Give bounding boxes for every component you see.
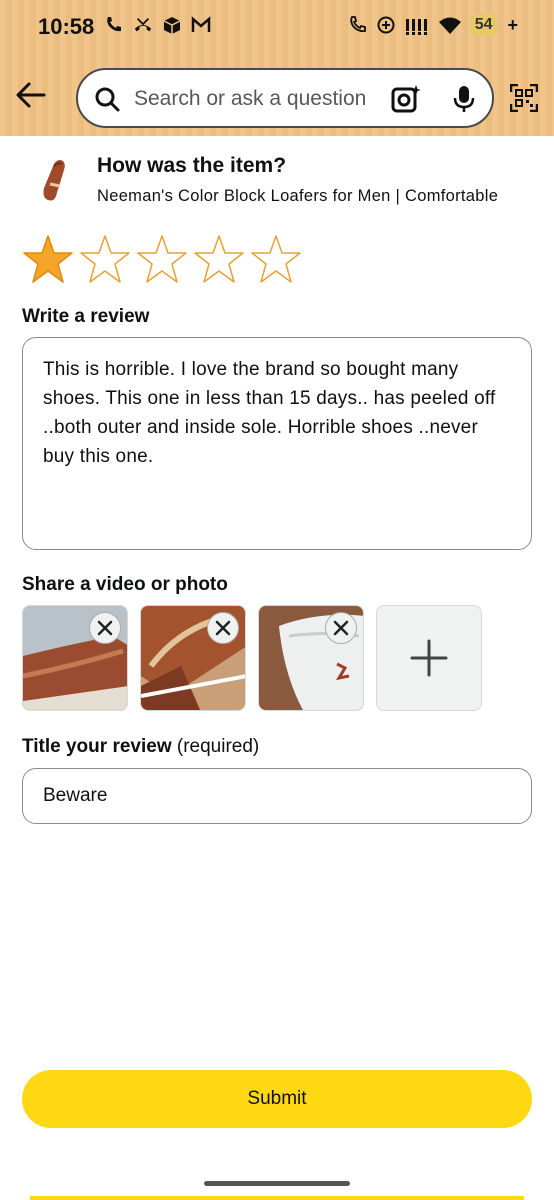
- status-bar: 10:58 54 +: [0, 0, 554, 56]
- submit-button[interactable]: Submit: [22, 1070, 532, 1128]
- missed-call-icon: [133, 14, 153, 36]
- review-label: Write a review: [22, 306, 150, 327]
- media-label: Share a video or photo: [22, 574, 228, 595]
- wifi-icon: [438, 14, 462, 36]
- star-3-icon[interactable]: [136, 234, 188, 284]
- title-label-text: Title your review: [22, 736, 172, 757]
- home-indicator[interactable]: [204, 1181, 350, 1186]
- remove-photo-3-button[interactable]: [325, 612, 357, 644]
- review-title-input[interactable]: Beware: [22, 768, 532, 824]
- call-icon: [348, 14, 368, 36]
- review-textarea[interactable]: This is horrible. I love the brand so bo…: [22, 337, 532, 550]
- search-bar[interactable]: Search or ask a question: [76, 68, 494, 128]
- close-icon: [333, 620, 349, 636]
- star-2-icon[interactable]: [79, 234, 131, 284]
- close-icon: [97, 620, 113, 636]
- charging-indicator: +: [507, 14, 518, 35]
- status-right-icons: 54 +: [348, 14, 518, 36]
- product-name: Neeman's Color Block Loafers for Men | C…: [97, 187, 499, 205]
- qr-scan-icon[interactable]: [510, 84, 538, 112]
- search-placeholder[interactable]: Search or ask a question: [134, 87, 366, 111]
- status-time: 10:58: [38, 14, 95, 39]
- battery-indicator: 54: [469, 14, 498, 36]
- add-media-button[interactable]: [376, 605, 482, 711]
- mic-icon[interactable]: [452, 84, 476, 114]
- search-icon: [95, 87, 120, 112]
- star-rating[interactable]: [22, 234, 302, 284]
- gmail-icon: [191, 14, 211, 36]
- star-1-icon[interactable]: [22, 234, 74, 284]
- media-photo-2[interactable]: [140, 605, 246, 711]
- status-left-icons: [104, 14, 211, 36]
- camera-lens-icon[interactable]: [390, 83, 422, 115]
- battery-level: 54: [474, 16, 493, 33]
- media-row: [22, 605, 482, 711]
- media-photo-3[interactable]: [258, 605, 364, 711]
- phone-wifi-icon: [104, 14, 124, 36]
- remove-photo-1-button[interactable]: [89, 612, 121, 644]
- submit-label: Submit: [247, 1088, 307, 1109]
- media-photo-1[interactable]: [22, 605, 128, 711]
- data-saver-icon: [376, 14, 396, 36]
- bottom-accent-strip: [30, 1196, 524, 1200]
- page-title: How was the item?: [97, 154, 287, 177]
- title-label: Title your review (required): [22, 736, 259, 758]
- back-arrow-icon[interactable]: [14, 80, 48, 110]
- star-4-icon[interactable]: [193, 234, 245, 284]
- product-thumbnail: [43, 160, 65, 201]
- plus-icon: [410, 639, 448, 677]
- signal-icon: [404, 14, 430, 36]
- close-icon: [215, 620, 231, 636]
- review-title-value[interactable]: Beware: [43, 785, 107, 807]
- required-note: (required): [176, 736, 260, 757]
- app-header: 10:58 54 + Search or ask a question: [0, 0, 554, 136]
- remove-photo-2-button[interactable]: [207, 612, 239, 644]
- box-icon: [162, 14, 182, 36]
- star-5-icon[interactable]: [250, 234, 302, 284]
